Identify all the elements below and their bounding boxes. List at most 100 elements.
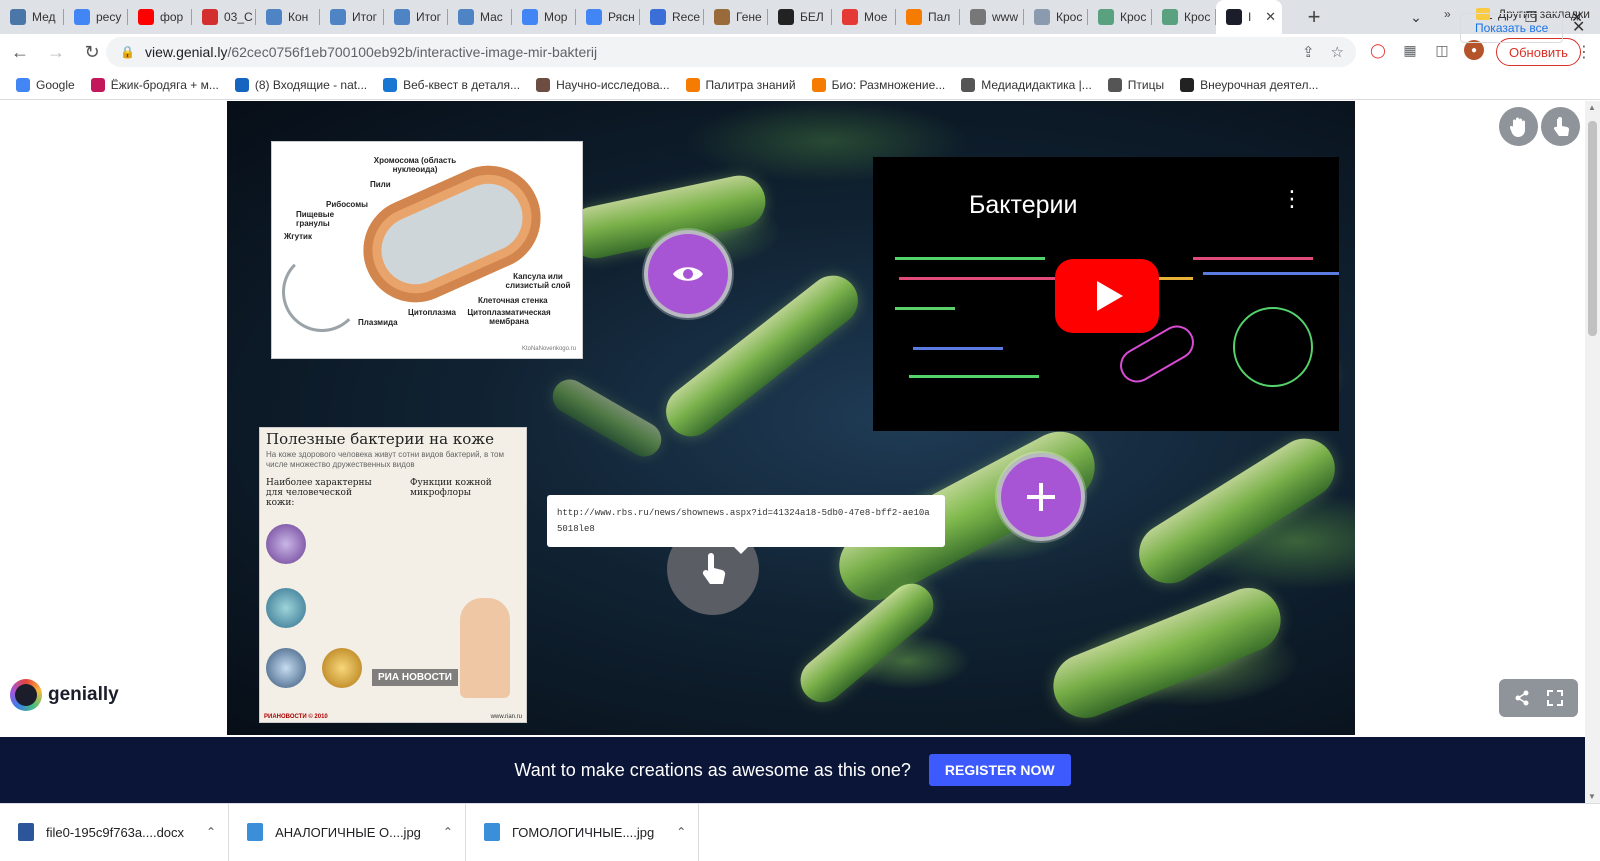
browser-tab[interactable]: фор xyxy=(128,0,192,34)
bookmark-item[interactable]: Научно-исследова... xyxy=(536,77,670,92)
chevron-up-icon[interactable]: ⌃ xyxy=(206,825,216,839)
tab-label: Рясн xyxy=(608,10,635,24)
poster-col1-heading: Наиболее характерны для человеческой кож… xyxy=(266,478,372,508)
browser-tab[interactable]: Кон xyxy=(256,0,320,34)
tab-label: Итог xyxy=(352,10,378,24)
skin-bacteria-poster[interactable]: Полезные бактерии на коже На коже здоров… xyxy=(259,427,527,723)
browser-tab[interactable]: Рясн xyxy=(576,0,640,34)
browser-tab[interactable]: Мор xyxy=(512,0,576,34)
google-icon xyxy=(74,9,90,25)
share-page-icon[interactable]: ⇪ xyxy=(1302,43,1315,61)
browser-tab[interactable]: Крос xyxy=(1024,0,1088,34)
bookmark-item[interactable]: Палитра знаний xyxy=(685,77,796,92)
bookmark-item[interactable]: (8) Входящие - nat... xyxy=(234,77,367,92)
browser-tab[interactable]: Крос xyxy=(1152,0,1216,34)
scroll-up-arrow-icon[interactable]: ▲ xyxy=(1588,103,1596,112)
video-menu-icon[interactable]: ⋮ xyxy=(1281,188,1303,219)
download-item[interactable]: АНАЛОГИЧНЫЕ О....jpg ⌃ xyxy=(229,803,466,861)
bookmark-label: Птицы xyxy=(1127,77,1165,92)
browser-menu-icon[interactable]: ⋮ xyxy=(1576,42,1592,62)
side-panel-icon[interactable]: ◫ xyxy=(1432,40,1452,60)
chevron-up-icon[interactable]: ⌃ xyxy=(676,825,686,839)
pan-hand-button[interactable] xyxy=(1499,107,1538,146)
interact-button[interactable] xyxy=(1541,107,1580,146)
page-scrollbar[interactable]: ▲ ▼ xyxy=(1585,101,1600,803)
forward-button[interactable]: → xyxy=(40,36,72,68)
bookmark-item[interactable]: Веб-квест в деталя... xyxy=(383,77,520,92)
bacterial-cell-diagram[interactable]: Хромосома (область нуклеоида) Пили Рибос… xyxy=(271,141,583,359)
globe-icon xyxy=(970,9,986,25)
new-tab-button[interactable]: + xyxy=(1296,0,1332,34)
image-icon xyxy=(1162,9,1178,25)
tab-label: Пал xyxy=(928,10,951,24)
register-now-button[interactable]: REGISTER NOW xyxy=(928,754,1071,786)
browser-tab[interactable]: www xyxy=(960,0,1024,34)
address-bar[interactable]: 🔒 view.genial.ly/62cec0756f1eb700100eb92… xyxy=(106,37,1356,67)
back-button[interactable]: ← xyxy=(4,36,36,68)
url-path: /62cec0756f1eb700100eb92b/interactive-im… xyxy=(227,44,598,60)
tab-label: Итог xyxy=(416,10,442,24)
tap-hand-icon xyxy=(702,553,726,584)
download-filename: file0-195c9f763a....docx xyxy=(46,824,185,840)
bookmark-favicon-icon xyxy=(16,77,30,92)
bookmark-item[interactable]: Био: Размножение... xyxy=(811,77,945,92)
tab-label: Мое xyxy=(864,10,888,24)
profile-avatar[interactable]: ● xyxy=(1464,40,1484,60)
add-hotspot-button[interactable] xyxy=(997,453,1085,541)
tab-search-chevron-icon[interactable]: ⌄ xyxy=(1396,0,1436,34)
bookmark-item[interactable]: Медиадидактика |... xyxy=(961,77,1092,92)
bookmark-label: Ёжик-бродяга + м... xyxy=(110,77,219,92)
scrollbar-thumb[interactable] xyxy=(1588,121,1597,336)
file-icon xyxy=(483,823,500,841)
poster-col2-heading: Функции кожной микрофлоры xyxy=(410,478,492,498)
bookmarks-overflow-button[interactable]: » xyxy=(1444,7,1451,21)
tab-label: Rece xyxy=(672,10,701,24)
view-hotspot-button[interactable] xyxy=(644,230,732,318)
browser-tab[interactable]: Крос xyxy=(1088,0,1152,34)
tab-label: Крос xyxy=(1120,10,1147,24)
bookmark-label: Внеурочная деятел... xyxy=(1200,77,1319,92)
browser-tab[interactable]: Мед xyxy=(0,0,64,34)
youtube-video-embed[interactable]: Бактерии ⋮ xyxy=(873,157,1339,431)
google-icon xyxy=(586,9,602,25)
reload-button[interactable]: ↻ xyxy=(76,36,108,68)
extensions-puzzle-icon[interactable]: ▦ xyxy=(1400,40,1420,60)
browser-tab[interactable]: Пал xyxy=(896,0,960,34)
fullscreen-icon[interactable] xyxy=(1547,690,1564,706)
bookmark-item[interactable]: Птицы xyxy=(1107,77,1165,92)
browser-tab[interactable]: I ✕ xyxy=(1216,0,1282,34)
shield-extension-icon[interactable]: ◯ xyxy=(1368,40,1388,60)
genially-wordmark: genially xyxy=(48,684,119,705)
bookmark-item[interactable]: Ёжик-бродяга + м... xyxy=(90,77,219,92)
close-tab-icon[interactable]: ✕ xyxy=(1265,9,1276,25)
browser-tab[interactable]: ресу xyxy=(64,0,128,34)
google-icon xyxy=(522,9,538,25)
avatar-icon xyxy=(778,9,794,25)
browser-tab[interactable]: Итог xyxy=(320,0,384,34)
browser-tab[interactable]: 03_С xyxy=(192,0,256,34)
show-all-downloads-button[interactable]: Показать все xyxy=(1460,13,1564,43)
browser-tab[interactable]: Мас xyxy=(448,0,512,34)
browser-tab[interactable]: Гене xyxy=(704,0,768,34)
scroll-down-arrow-icon[interactable]: ▼ xyxy=(1588,792,1596,801)
browser-tab[interactable]: Rece xyxy=(640,0,704,34)
share-icon[interactable] xyxy=(1514,690,1530,706)
tab-label: I xyxy=(1248,10,1252,24)
youtube-play-button[interactable] xyxy=(1055,259,1159,333)
browser-tab[interactable]: Мое xyxy=(832,0,896,34)
download-item[interactable]: ГОМОЛОГИЧНЫЕ....jpg ⌃ xyxy=(466,803,700,861)
tab-label: Мед xyxy=(32,10,56,24)
tab-label: Кон xyxy=(288,10,309,24)
download-item[interactable]: file0-195c9f763a....docx ⌃ xyxy=(0,803,230,861)
video-scribble xyxy=(1203,272,1339,275)
bookmark-star-icon[interactable]: ☆ xyxy=(1331,43,1344,61)
bookmark-item[interactable]: Внеурочная деятел... xyxy=(1180,77,1319,92)
close-shelf-icon[interactable]: ✕ xyxy=(1572,17,1585,37)
hotspot-tooltip-url[interactable]: http://www.rbs.ru/news/shownews.aspx?id=… xyxy=(547,495,945,554)
genially-logo[interactable]: genially xyxy=(10,679,119,711)
browser-tab[interactable]: Итог xyxy=(384,0,448,34)
browser-tab[interactable]: БЕЛ xyxy=(768,0,832,34)
bookmark-item[interactable]: Google xyxy=(16,77,75,92)
chevron-up-icon[interactable]: ⌃ xyxy=(443,825,453,839)
bookmark-favicon-icon xyxy=(1180,77,1195,92)
